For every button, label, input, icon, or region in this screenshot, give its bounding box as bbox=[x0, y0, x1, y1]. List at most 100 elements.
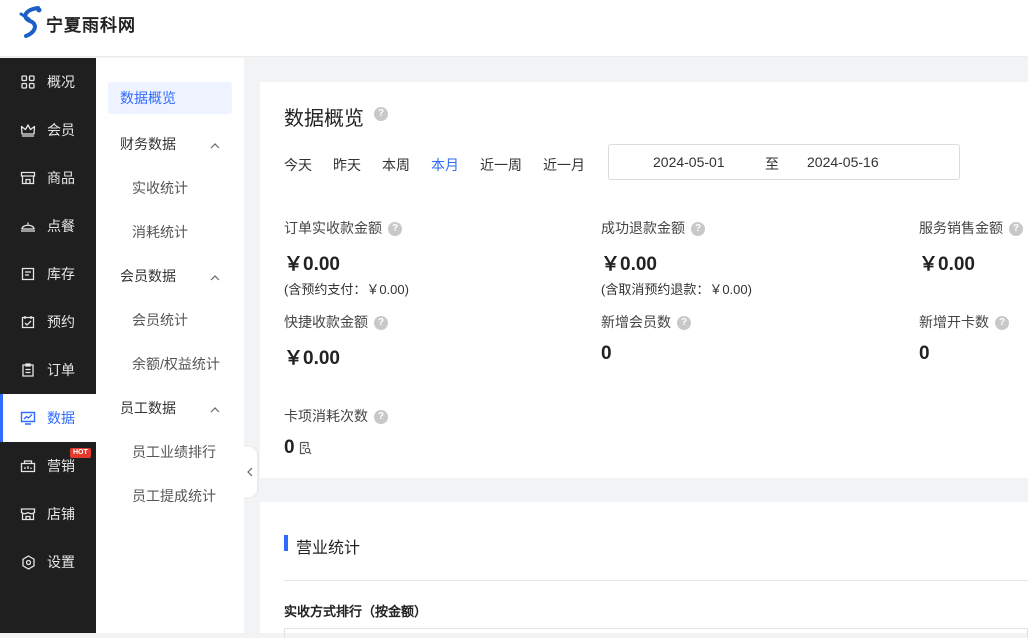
settings-icon bbox=[20, 554, 36, 570]
chart-monitor-icon bbox=[20, 410, 36, 426]
sidebar-item-orders[interactable]: 订单 bbox=[0, 346, 96, 394]
sidebar-item-label: 点餐 bbox=[47, 218, 75, 234]
metric-label: 新增会员数 bbox=[601, 314, 671, 330]
sidebar-item-shop[interactable]: 店铺 bbox=[0, 490, 96, 538]
subnav-group-staff[interactable]: 员工数据 bbox=[96, 386, 244, 430]
question-icon[interactable]: ? bbox=[388, 222, 402, 237]
date-start[interactable]: 2024-05-01 bbox=[653, 154, 725, 170]
hot-badge: HOT bbox=[70, 448, 91, 458]
subnav-item-overview[interactable]: 数据概览 bbox=[108, 82, 232, 114]
payment-ranking-panel bbox=[284, 628, 1028, 638]
metric-new-cards: 新增开卡数? 0 bbox=[919, 312, 1009, 365]
metric-value: 0 bbox=[601, 343, 612, 364]
sidebar-item-inventory[interactable]: 库存 bbox=[0, 250, 96, 298]
section-subtitle: 实收方式排行（按金额） bbox=[284, 604, 428, 619]
tab-this-month[interactable]: 本月 bbox=[431, 155, 459, 175]
inventory-icon bbox=[20, 266, 36, 282]
tab-last-month[interactable]: 近一月 bbox=[543, 155, 585, 175]
date-end[interactable]: 2024-05-16 bbox=[807, 154, 879, 170]
sidebar-item-label: 营销 bbox=[47, 458, 75, 474]
sidebar-item-label: 会员 bbox=[47, 122, 75, 138]
question-icon[interactable]: ? bbox=[1009, 222, 1023, 237]
chevron-up-icon bbox=[210, 122, 220, 166]
question-icon[interactable]: ? bbox=[374, 107, 388, 121]
sidebar-item-label: 预约 bbox=[47, 314, 75, 330]
question-icon[interactable]: ? bbox=[677, 316, 691, 331]
sidebar-item-overview[interactable]: 概况 bbox=[0, 58, 96, 106]
sidebar-item-marketing[interactable]: 营销 HOT bbox=[0, 442, 96, 490]
sidebar-item-members[interactable]: 会员 bbox=[0, 106, 96, 154]
subnav-group-finance[interactable]: 财务数据 bbox=[96, 122, 244, 166]
chevron-up-icon bbox=[210, 386, 220, 430]
metric-service-sales: 服务销售金额? ￥0.00 bbox=[919, 218, 1023, 276]
subnav-group-label: 员工数据 bbox=[120, 400, 176, 416]
metric-note: (含预约支付：￥0.00) bbox=[284, 282, 409, 297]
metric-note: (含取消预约退款：￥0.00) bbox=[601, 282, 752, 297]
main-sidebar: 概况 会员 商品 点餐 库存 预约 订单 数据 营销 HOT 店铺 设置 bbox=[0, 58, 96, 633]
data-subnav: 数据概览 财务数据 实收统计 消耗统计 会员数据 会员统计 余额/权益统计 员工… bbox=[96, 58, 244, 633]
sidebar-item-booking[interactable]: 预约 bbox=[0, 298, 96, 346]
sidebar-item-ordering[interactable]: 点餐 bbox=[0, 202, 96, 250]
cloche-icon bbox=[20, 218, 36, 234]
chevron-up-icon bbox=[210, 254, 220, 298]
subnav-item-staff-ranking[interactable]: 员工业绩排行 bbox=[96, 430, 244, 474]
subnav-group-members[interactable]: 会员数据 bbox=[96, 254, 244, 298]
subnav-item-member-stats[interactable]: 会员统计 bbox=[96, 298, 244, 342]
sidebar-item-label: 概况 bbox=[47, 74, 75, 90]
question-icon[interactable]: ? bbox=[374, 410, 388, 425]
calendar-check-icon bbox=[20, 314, 36, 330]
page-title: 数据概览 bbox=[284, 108, 364, 130]
date-separator: 至 bbox=[765, 156, 779, 172]
subnav-item-balance-stats[interactable]: 余额/权益统计 bbox=[96, 342, 244, 386]
tab-today[interactable]: 今天 bbox=[284, 155, 312, 175]
date-range-picker[interactable]: 2024-05-01 至 2024-05-16 bbox=[608, 144, 960, 180]
tab-yesterday[interactable]: 昨天 bbox=[333, 155, 361, 175]
metric-value: ￥0.00 bbox=[284, 254, 340, 275]
overview-card: 数据概览 ? 今天 昨天 本周 本月 近一周 近一月 2024-05-01 至 … bbox=[260, 82, 1028, 478]
business-stats-card: 营业统计 实收方式排行（按金额） bbox=[260, 502, 1028, 638]
sidebar-item-settings[interactable]: 设置 bbox=[0, 538, 96, 586]
question-icon[interactable]: ? bbox=[995, 316, 1009, 331]
metric-value: 0 bbox=[919, 343, 930, 364]
sidebar-item-data[interactable]: 数据 bbox=[0, 394, 96, 442]
tab-last-week[interactable]: 近一周 bbox=[480, 155, 522, 175]
date-tabs: 今天 昨天 本周 本月 近一周 近一月 bbox=[284, 155, 606, 175]
metric-label: 卡项消耗次数 bbox=[284, 408, 368, 424]
metric-label: 新增开卡数 bbox=[919, 314, 989, 330]
subnav-group-label: 会员数据 bbox=[120, 268, 176, 284]
metric-value: ￥0.00 bbox=[919, 254, 975, 275]
sidebar-item-products[interactable]: 商品 bbox=[0, 154, 96, 202]
metric-label: 快捷收款金额 bbox=[284, 314, 368, 330]
subnav-item-consumption[interactable]: 消耗统计 bbox=[96, 210, 244, 254]
clipboard-icon bbox=[20, 362, 36, 378]
sidebar-item-label: 设置 bbox=[47, 554, 75, 570]
section-title: 营业统计 bbox=[284, 534, 360, 558]
marketing-icon bbox=[20, 458, 36, 474]
metric-refund: 成功退款金额? ￥0.00 (含取消预约退款：￥0.00) bbox=[601, 218, 752, 298]
sidebar-item-label: 订单 bbox=[47, 362, 75, 378]
subnav-item-receipts[interactable]: 实收统计 bbox=[96, 166, 244, 210]
grid-icon bbox=[20, 74, 36, 90]
metric-quick-payment: 快捷收款金额? ￥0.00 bbox=[284, 312, 388, 370]
detail-search-icon[interactable] bbox=[299, 441, 312, 455]
sidebar-item-label: 库存 bbox=[47, 266, 75, 282]
metric-new-members: 新增会员数? 0 bbox=[601, 312, 691, 365]
metric-value: ￥0.00 bbox=[284, 348, 340, 369]
metric-value: 0 bbox=[284, 437, 295, 458]
metric-label: 服务销售金额 bbox=[919, 220, 1003, 236]
metric-card-consumption: 卡项消耗次数? 0 bbox=[284, 406, 388, 459]
metric-order-received: 订单实收款金额? ￥0.00 (含预约支付：￥0.00) bbox=[284, 218, 409, 298]
divider bbox=[284, 580, 1028, 581]
logo-icon bbox=[19, 6, 42, 38]
metric-label: 成功退款金额 bbox=[601, 220, 685, 236]
tab-this-week[interactable]: 本周 bbox=[382, 155, 410, 175]
brand-logo[interactable]: 宁夏雨科网 bbox=[18, 6, 136, 40]
collapse-subnav-button[interactable] bbox=[243, 447, 257, 497]
question-icon[interactable]: ? bbox=[691, 222, 705, 237]
sidebar-item-label: 数据 bbox=[47, 410, 75, 426]
subnav-group-label: 财务数据 bbox=[120, 136, 176, 152]
question-icon[interactable]: ? bbox=[374, 316, 388, 331]
brand-name: 宁夏雨科网 bbox=[46, 15, 136, 35]
subnav-item-staff-commission[interactable]: 员工提成统计 bbox=[96, 474, 244, 518]
store-icon bbox=[20, 170, 36, 186]
